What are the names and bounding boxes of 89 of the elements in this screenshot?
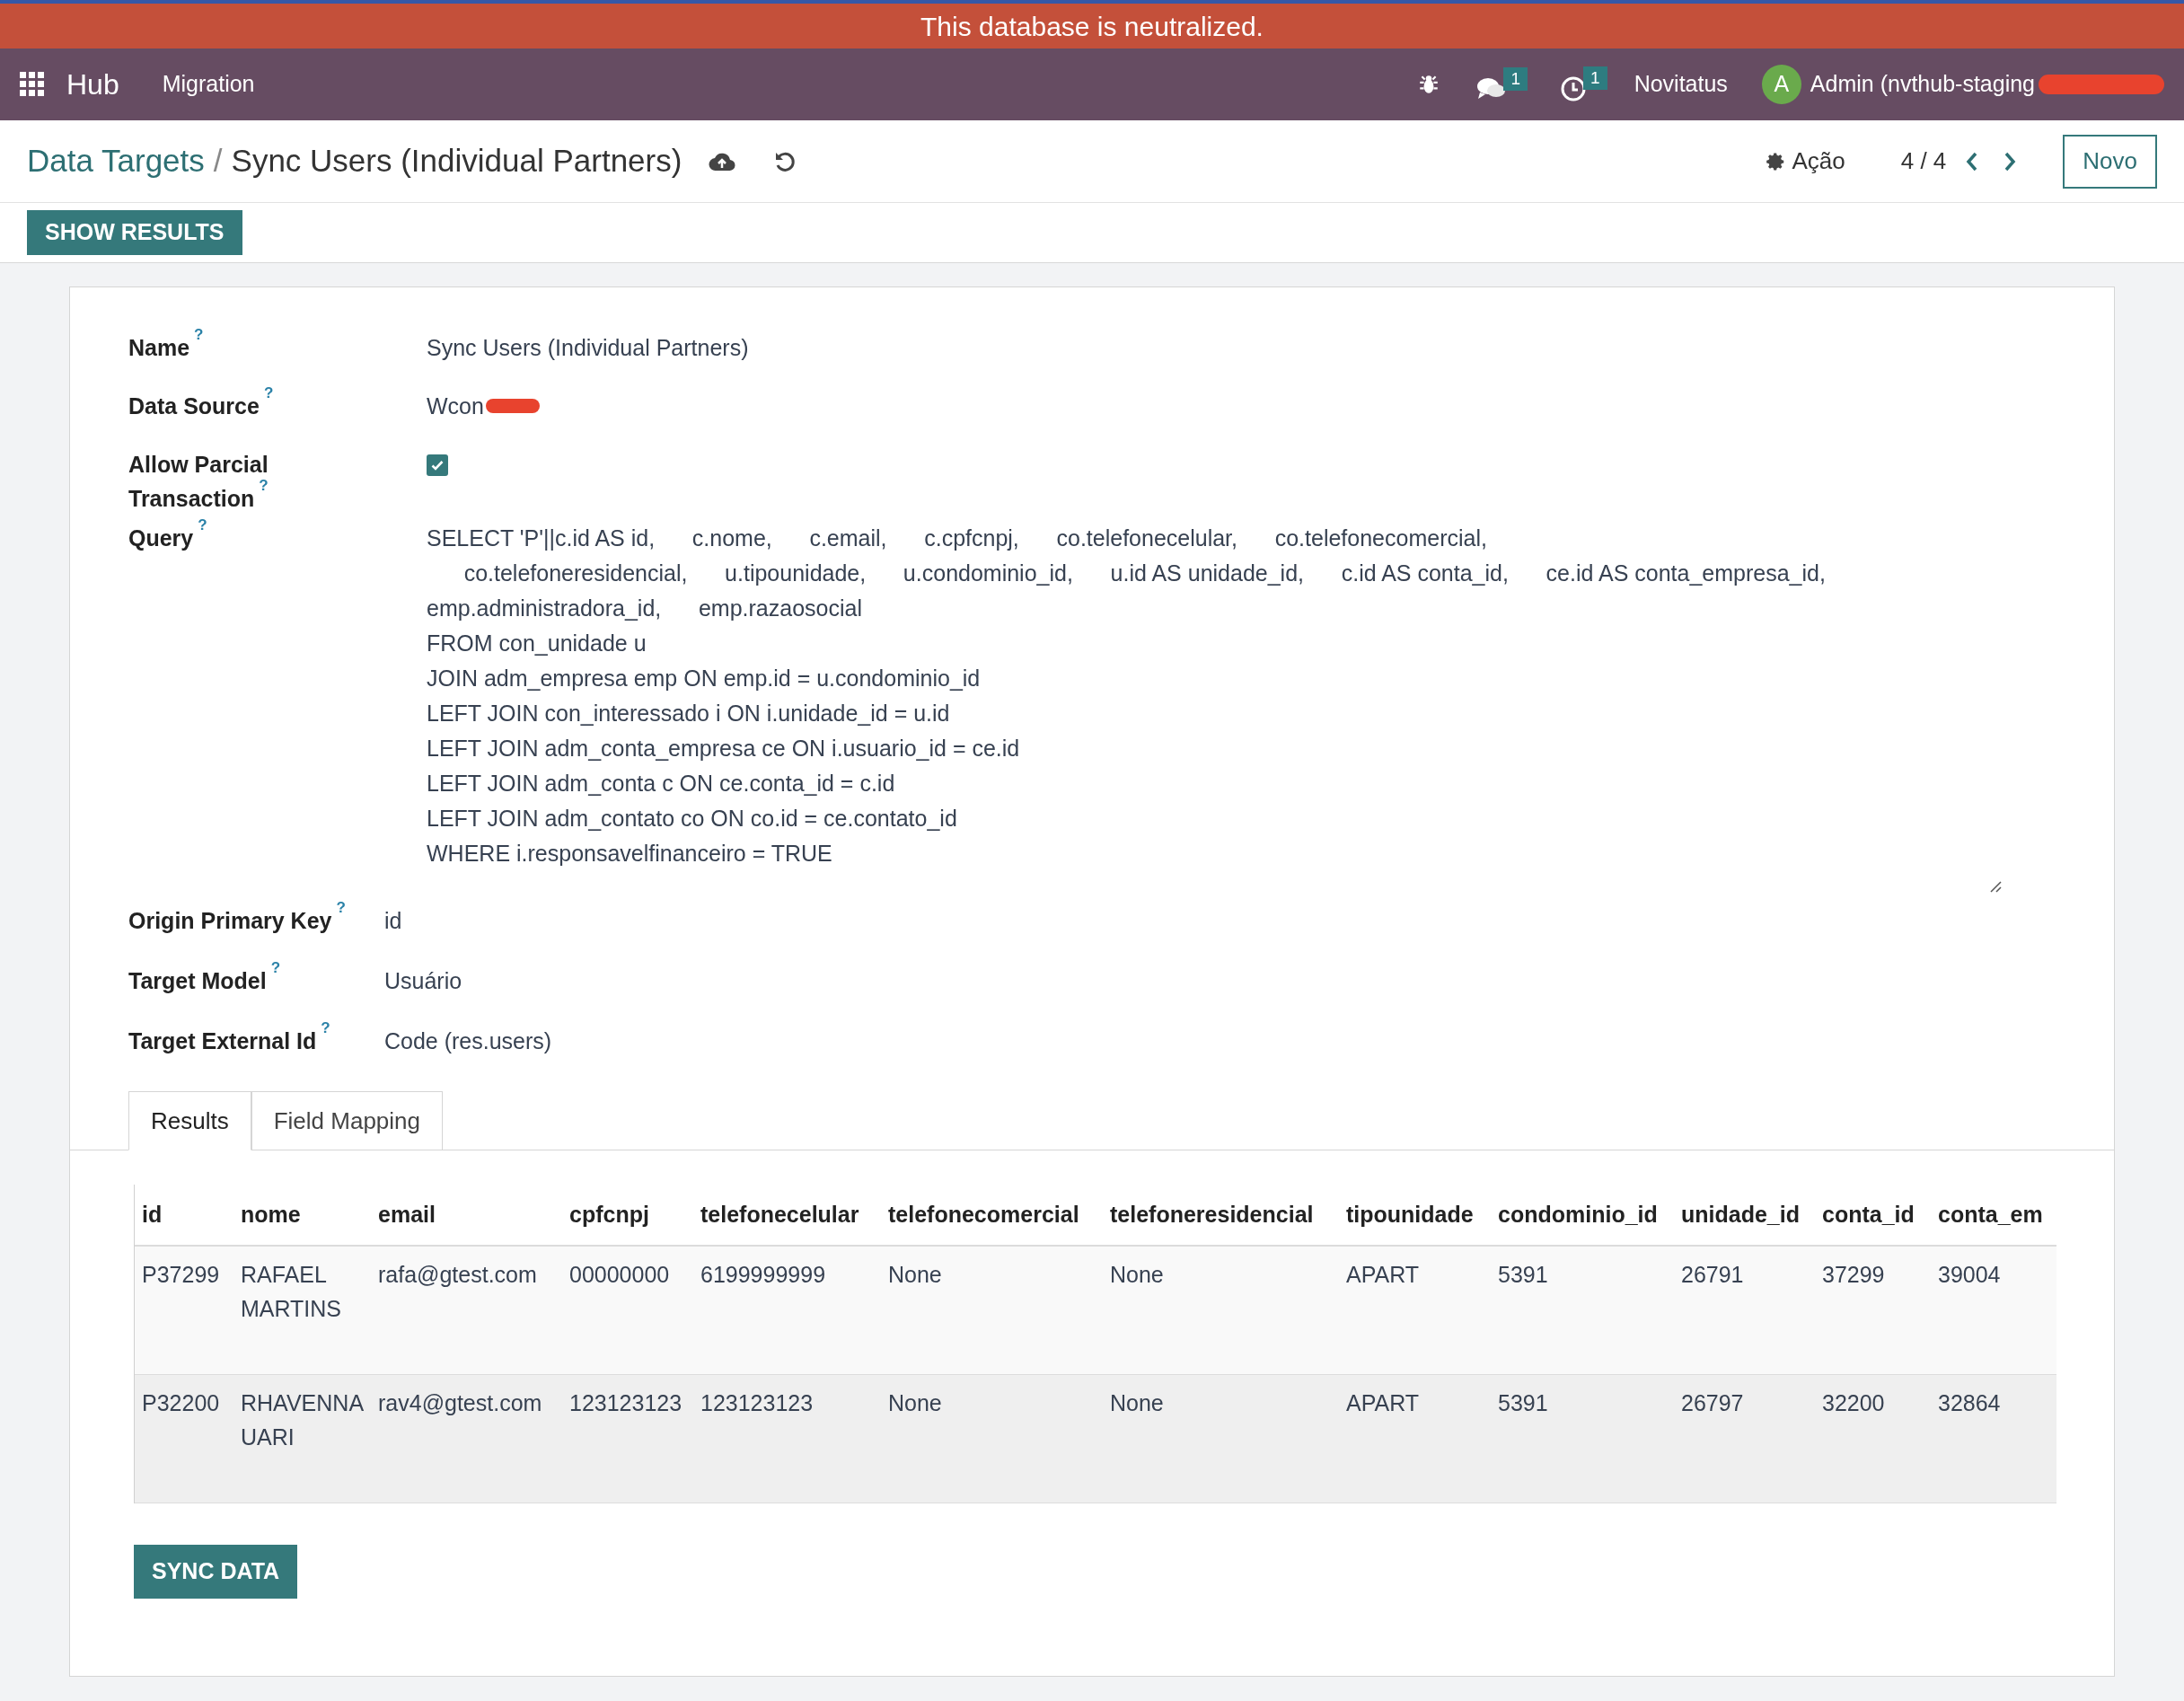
activity-count-badge: 1 — [1583, 66, 1607, 90]
table-cell: 6199999999 — [693, 1246, 881, 1374]
field-value: id — [384, 908, 402, 933]
table-cell: 37299 — [1815, 1246, 1931, 1374]
new-button[interactable]: Novo — [2063, 134, 2157, 189]
table-cell: APART — [1339, 1374, 1491, 1503]
table-cell: RHAVENNA UARI — [233, 1374, 371, 1503]
table-cell: 5391 — [1491, 1246, 1674, 1374]
table-cell: P37299 — [135, 1246, 233, 1374]
user-avatar[interactable]: A — [1761, 65, 1801, 104]
column-header: conta_em — [1931, 1185, 2056, 1246]
field-value: Code (res.users) — [384, 1028, 552, 1053]
field-label: Target Model — [128, 968, 267, 993]
field-label: Origin Primary Key — [128, 908, 332, 933]
table-cell: 123123123 — [693, 1374, 881, 1503]
query-line: emp.administradora_id, emp.razaosocial — [427, 595, 863, 622]
table-cell: 123123123 — [562, 1374, 693, 1503]
table-cell: 39004 — [1931, 1246, 2056, 1374]
breadcrumb-link[interactable]: Data Targets — [27, 137, 205, 185]
checkbox[interactable] — [427, 454, 448, 476]
table-cell: None — [881, 1246, 1103, 1374]
field-label: Target External Id — [128, 1028, 317, 1053]
column-header: nome — [233, 1185, 371, 1246]
table-cell: None — [881, 1374, 1103, 1503]
table-cell: RAFAEL MARTINS — [233, 1246, 371, 1374]
table-cell: 32864 — [1931, 1374, 2056, 1503]
apps-grid-icon[interactable] — [20, 72, 45, 97]
help-mark[interactable]: ? — [270, 959, 281, 977]
table-cell: P32200 — [135, 1374, 233, 1503]
column-header: tipounidade — [1339, 1185, 1491, 1246]
help-mark[interactable]: ? — [336, 899, 346, 917]
help-mark[interactable]: ? — [259, 477, 269, 495]
check-icon — [431, 460, 444, 471]
chat-icon[interactable] — [1476, 76, 1508, 101]
query-line: FROM con_unidade u — [427, 630, 647, 657]
breadcrumb-separator: / — [213, 142, 223, 181]
field-value: Wcon — [427, 392, 484, 420]
menu-item[interactable]: Migration — [162, 67, 255, 101]
show-results-button[interactable]: SHOW RESULTS — [27, 210, 242, 255]
help-mark[interactable]: ? — [263, 384, 274, 402]
table-cell: APART — [1339, 1246, 1491, 1374]
field-label: Name — [128, 335, 190, 360]
table-cell: 26791 — [1674, 1246, 1815, 1374]
table-cell: 26797 — [1674, 1374, 1815, 1503]
table-cell: None — [1103, 1246, 1339, 1374]
column-header: unidade_id — [1674, 1185, 1815, 1246]
table-cell: 00000000 — [562, 1246, 693, 1374]
help-mark[interactable]: ? — [198, 516, 207, 534]
field-label: Data Source — [128, 393, 260, 419]
app-name[interactable]: Hub — [66, 63, 119, 106]
help-mark[interactable]: ? — [321, 1019, 330, 1037]
query-line: LEFT JOIN adm_contato co ON co.id = ce.contato_id — [427, 805, 958, 833]
query-line: LEFT JOIN adm_conta_empresa ce ON i.usuario_id = ce.id — [427, 735, 1021, 762]
table-cell: 5391 — [1491, 1374, 1674, 1503]
column-header: cpfcnpj — [562, 1185, 693, 1246]
query-line: LEFT JOIN adm_conta c ON ce.conta_id = c.id — [427, 770, 896, 798]
query-line: LEFT JOIN con_interessado i ON i.unidade_id = u.id — [427, 700, 951, 727]
tab[interactable]: Field Mapping — [251, 1091, 443, 1150]
table-cell: rav4@gtest.com — [371, 1374, 562, 1503]
message-count-badge: 1 — [1503, 67, 1528, 91]
pager-value: 4 / 4 — [1900, 146, 1947, 176]
column-header: telefoneresidencial — [1103, 1185, 1339, 1246]
field-value: Usuário — [384, 968, 462, 993]
field-value: Sync Users (Individual Partners) — [427, 334, 749, 362]
query-line: WHERE i.responsavelfinanceiro = TRUE — [427, 840, 833, 868]
clock-icon[interactable] — [1560, 75, 1588, 102]
query-line: JOIN adm_empresa emp ON emp.id = u.condominio_id — [427, 665, 982, 692]
company-name[interactable]: Novitatus — [1634, 67, 1728, 101]
column-header: conta_id — [1815, 1185, 1931, 1246]
table-cell: 32200 — [1815, 1374, 1931, 1503]
table-cell: rafa@gtest.com — [371, 1246, 562, 1374]
query-line: co.telefoneresidencial, u.tipounidade, u.condominio_id, u.id AS unidade_id, c.id AS conta_id, ce.id AS conta_empresa_id, — [462, 560, 1827, 587]
redaction-mark — [485, 399, 540, 413]
query-line: SELECT 'P'||c.id AS id, c.nome, c.email, c.cpfcnpj, co.telefonecelular, co.telefonecomercial, — [427, 524, 1488, 552]
field-label: Query — [128, 525, 194, 551]
column-header: condominio_id — [1491, 1185, 1674, 1246]
breadcrumb-current: Sync Users (Individual Partners) — [231, 142, 682, 181]
column-header: telefonecomercial — [881, 1185, 1103, 1246]
tab[interactable]: Results — [128, 1091, 251, 1150]
column-header: email — [371, 1185, 562, 1246]
sync-data-button[interactable]: SYNC DATA — [134, 1544, 298, 1599]
action-menu-button[interactable]: Ação — [1766, 144, 1845, 179]
field-label: Allow Parcial Transaction $^{?}$ — [128, 451, 269, 513]
column-header: id — [135, 1185, 233, 1246]
column-header: telefonecelular — [693, 1185, 881, 1246]
neutralized-banner: This database is neutralized. — [0, 0, 2184, 48]
help-mark[interactable]: ? — [194, 326, 204, 344]
table-cell: None — [1103, 1374, 1339, 1503]
user-name[interactable]: Admin (nvthub-staging — [1810, 67, 2035, 101]
